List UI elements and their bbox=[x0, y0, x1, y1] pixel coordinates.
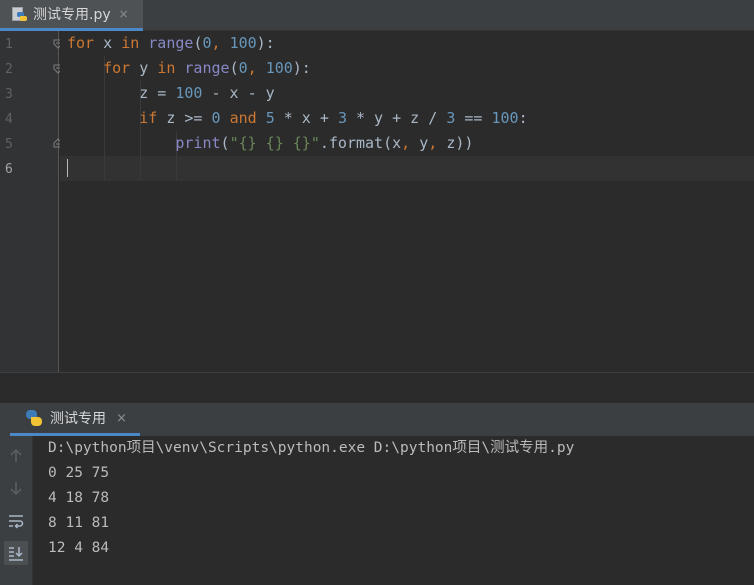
code-token: ( bbox=[220, 134, 230, 152]
console-line: 4 18 78 bbox=[48, 490, 110, 506]
code-token: y bbox=[419, 134, 429, 152]
code-token: , bbox=[211, 34, 230, 52]
code-token: for bbox=[103, 59, 131, 77]
close-run-tab-icon[interactable]: × bbox=[116, 411, 127, 426]
code-token: range bbox=[148, 34, 194, 52]
scroll-down-button[interactable] bbox=[4, 476, 28, 500]
code-token: ): bbox=[256, 34, 275, 52]
python-file-icon bbox=[11, 6, 27, 22]
code-token: , bbox=[247, 59, 266, 77]
console-line: D:\python项目\venv\Scripts\python.exe D:\p… bbox=[48, 440, 575, 456]
code-line: if z >= 0 and 5 * x + 3 * y + z / 3 == 1… bbox=[67, 106, 528, 131]
code-token: "{} {} {}" bbox=[229, 134, 320, 152]
code-token: and bbox=[229, 109, 257, 127]
code-line: for x in range(0, 100): bbox=[67, 31, 275, 56]
code-token: in bbox=[121, 34, 140, 52]
line-number: 6 bbox=[5, 162, 13, 177]
code-token: , bbox=[428, 134, 447, 152]
code-token: 3 bbox=[337, 109, 347, 127]
python-icon bbox=[25, 409, 43, 427]
code-token: : bbox=[518, 109, 528, 127]
code-token: , bbox=[401, 134, 420, 152]
editor-tab-test-file[interactable]: 测试专用.py × bbox=[0, 0, 143, 31]
code-token: ( bbox=[229, 59, 239, 77]
soft-wrap-button[interactable] bbox=[4, 509, 28, 533]
scroll-to-end-icon bbox=[9, 547, 23, 561]
code-token: * y + z / bbox=[346, 109, 447, 127]
scroll-up-button[interactable] bbox=[4, 444, 28, 468]
code-token: 0 bbox=[238, 59, 248, 77]
code-token: - x - y bbox=[202, 84, 275, 102]
run-tab[interactable]: 测试专用 × bbox=[10, 403, 140, 436]
code-token: in bbox=[157, 59, 176, 77]
line-number: 5 bbox=[5, 137, 13, 152]
run-toolbar bbox=[0, 436, 33, 585]
code-token: 5 bbox=[265, 109, 275, 127]
code-token: 100 bbox=[229, 34, 257, 52]
code-token: range bbox=[184, 59, 230, 77]
code-token: for bbox=[67, 34, 95, 52]
console-line: 12 4 84 bbox=[48, 540, 110, 556]
current-line-highlight bbox=[60, 156, 754, 181]
line-number: 1 bbox=[5, 37, 13, 52]
line-number: 2 bbox=[5, 62, 13, 77]
line-number-gutter: 1 2 3 4 5 6 bbox=[0, 31, 63, 372]
code-token: 0 bbox=[211, 109, 221, 127]
soft-wrap-icon bbox=[9, 515, 24, 529]
code-token: * x + bbox=[274, 109, 338, 127]
close-tab-icon[interactable]: × bbox=[119, 7, 129, 21]
code-token: z >= bbox=[157, 109, 212, 127]
panel-splitter[interactable] bbox=[0, 372, 754, 403]
console-line: 8 11 81 bbox=[48, 515, 110, 531]
code-token: y bbox=[130, 59, 158, 77]
run-panel-header: 测试专用 × bbox=[0, 403, 754, 436]
code-token: x bbox=[94, 34, 122, 52]
code-line: for y in range(0, 100): bbox=[67, 56, 311, 81]
console-line: 0 25 75 bbox=[48, 465, 110, 481]
code-token: print bbox=[175, 134, 221, 152]
code-token: 3 bbox=[446, 109, 456, 127]
line-number: 3 bbox=[5, 87, 13, 102]
code-token: if bbox=[139, 109, 158, 127]
run-tab-label: 测试专用 bbox=[50, 411, 106, 427]
editor-tab-label: 测试专用.py bbox=[33, 7, 111, 23]
code-token: 100 bbox=[491, 109, 519, 127]
line-number: 4 bbox=[5, 112, 13, 127]
text-caret bbox=[67, 159, 68, 177]
code-line: print("{} {} {}".format(x, y, z)) bbox=[67, 131, 473, 156]
editor-tab-bar: 测试专用.py × bbox=[0, 0, 754, 31]
code-token: .format(x bbox=[319, 134, 402, 152]
code-line: z = 100 - x - y bbox=[67, 81, 275, 106]
code-token: 100 bbox=[265, 59, 293, 77]
code-token: 0 bbox=[202, 34, 212, 52]
scroll-down-icon bbox=[10, 482, 22, 496]
code-token: ): bbox=[292, 59, 311, 77]
code-token: z)) bbox=[446, 134, 474, 152]
code-token: z = bbox=[67, 84, 176, 102]
scroll-to-end-button[interactable] bbox=[4, 541, 28, 565]
code-editor[interactable]: for x in range(0, 100): for y in range(0… bbox=[60, 31, 754, 372]
code-token: 100 bbox=[175, 84, 203, 102]
scroll-up-icon bbox=[10, 448, 22, 462]
console-output[interactable]: D:\python项目\venv\Scripts\python.exe D:\p… bbox=[34, 436, 754, 585]
code-token: == bbox=[455, 109, 492, 127]
